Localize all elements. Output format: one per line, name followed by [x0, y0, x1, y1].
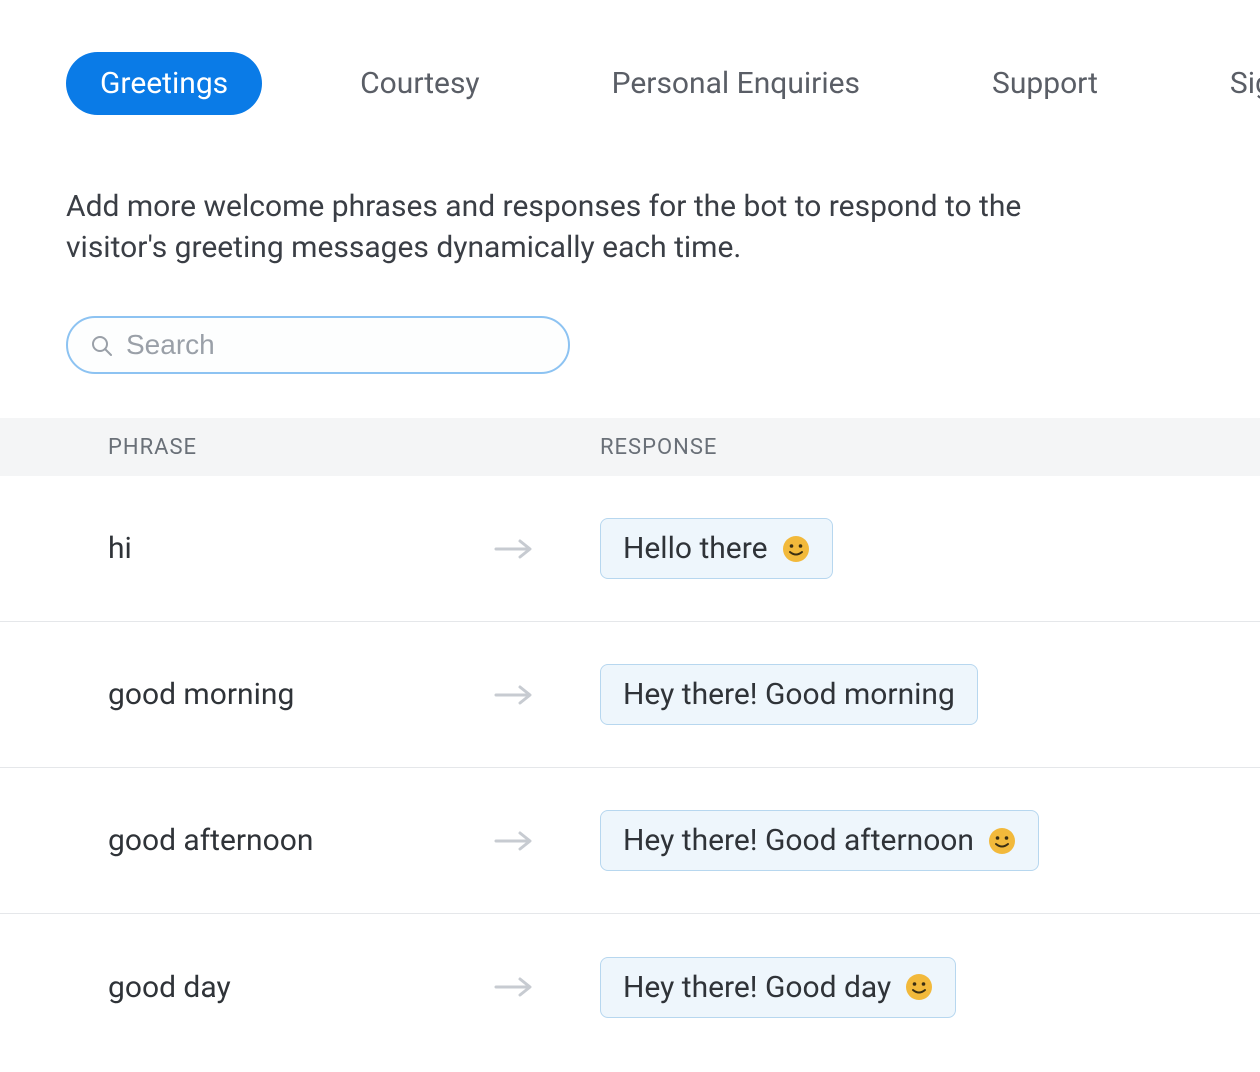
- response-text: Hey there! Good morning: [623, 677, 955, 712]
- response-cell: Hello there: [600, 518, 1194, 579]
- arrow-right-icon: [494, 829, 534, 853]
- response-chip[interactable]: Hey there! Good day: [600, 957, 956, 1018]
- response-chip[interactable]: Hello there: [600, 518, 833, 579]
- response-cell: Hey there! Good morning: [600, 664, 1194, 725]
- response-cell: Hey there! Good day: [600, 957, 1194, 1018]
- table-row[interactable]: good morning Hey there! Good morning: [0, 622, 1260, 768]
- search-field[interactable]: [66, 316, 570, 374]
- table-row[interactable]: hi Hello there: [0, 476, 1260, 622]
- col-header-phrase: PHRASE: [108, 435, 600, 460]
- arrow-right-icon: [494, 683, 534, 707]
- table-header: PHRASE RESPONSE: [0, 418, 1260, 476]
- phrase-cell: hi: [108, 531, 494, 566]
- table-row[interactable]: good day Hey there! Good day: [0, 914, 1260, 1060]
- table-row[interactable]: good afternoon Hey there! Good afternoon: [0, 768, 1260, 914]
- arrow-right-icon: [494, 975, 534, 999]
- response-text: Hey there! Good day: [623, 970, 891, 1005]
- phrase-cell: good afternoon: [108, 823, 494, 858]
- tab-label: Signoff: [1230, 66, 1260, 101]
- tab-signoff[interactable]: Signoff: [1196, 52, 1260, 115]
- response-chip[interactable]: Hey there! Good afternoon: [600, 810, 1039, 871]
- search-icon: [90, 334, 112, 356]
- arrow-cell: [494, 537, 600, 561]
- tab-courtesy[interactable]: Courtesy: [326, 52, 513, 115]
- arrow-cell: [494, 975, 600, 999]
- col-header-response: RESPONSE: [600, 435, 1260, 460]
- tab-label: Greetings: [100, 66, 228, 101]
- arrow-right-icon: [494, 537, 534, 561]
- arrow-cell: [494, 829, 600, 853]
- response-text: Hey there! Good afternoon: [623, 823, 974, 858]
- page-description: Add more welcome phrases and responses f…: [66, 187, 1126, 268]
- phrases-table: PHRASE RESPONSE hi Hello there good morn…: [0, 418, 1260, 1060]
- response-chip[interactable]: Hey there! Good morning: [600, 664, 978, 725]
- phrase-cell: good day: [108, 970, 494, 1005]
- tabs: Greetings Courtesy Personal Enquiries Su…: [66, 52, 1194, 115]
- smiley-icon: [782, 535, 810, 563]
- arrow-cell: [494, 683, 600, 707]
- tab-personal-enquiries[interactable]: Personal Enquiries: [578, 52, 894, 115]
- smiley-icon: [905, 973, 933, 1001]
- tab-label: Support: [992, 66, 1098, 101]
- tab-label: Courtesy: [360, 66, 479, 101]
- response-cell: Hey there! Good afternoon: [600, 810, 1194, 871]
- tab-label: Personal Enquiries: [612, 66, 860, 101]
- search-input[interactable]: [126, 329, 550, 361]
- tab-greetings[interactable]: Greetings: [66, 52, 262, 115]
- tab-support[interactable]: Support: [958, 52, 1132, 115]
- phrase-cell: good morning: [108, 677, 494, 712]
- response-text: Hello there: [623, 531, 768, 566]
- smiley-icon: [988, 827, 1016, 855]
